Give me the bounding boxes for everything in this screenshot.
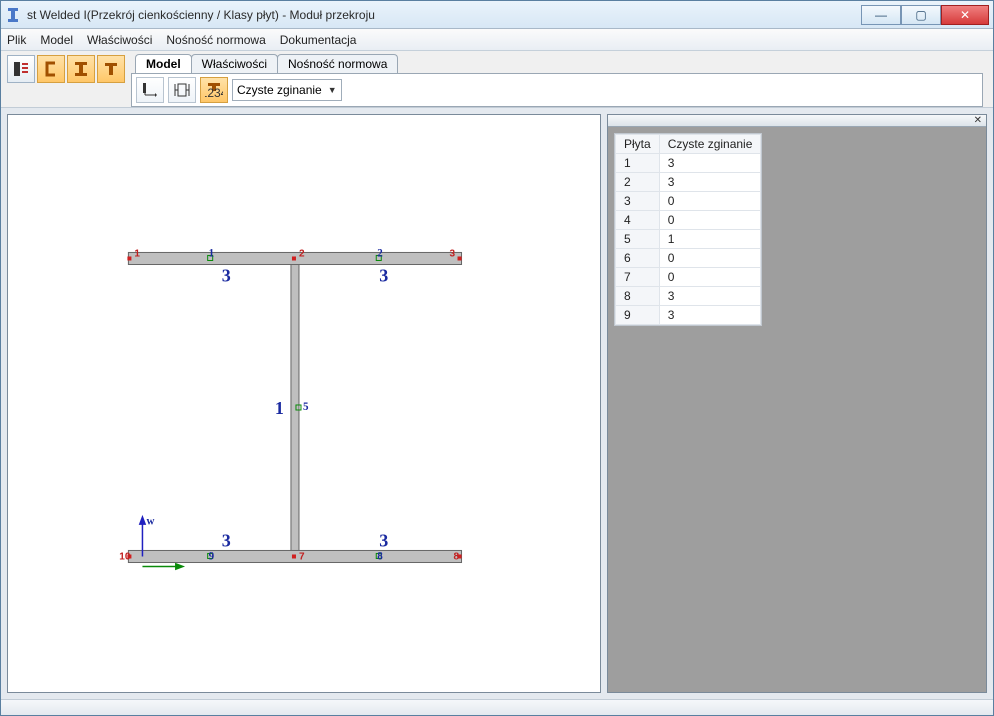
col-czyste-zginanie[interactable]: Czyste zginanie — [659, 135, 761, 154]
svg-text:3: 3 — [449, 248, 455, 259]
window-title: st Welded I(Przekrój cienkościenny / Kla… — [27, 8, 861, 22]
svg-text:3: 3 — [379, 266, 388, 286]
maximize-button[interactable]: ▢ — [901, 5, 941, 25]
table-row[interactable]: 13 — [616, 154, 761, 173]
side-panel-header: ✕ — [608, 115, 986, 127]
dimensions-button[interactable] — [168, 77, 196, 103]
dimensions-icon — [173, 81, 191, 99]
menu-nosnosc[interactable]: Nośność normowa — [166, 33, 265, 47]
svg-text:1: 1 — [275, 398, 284, 418]
titlebar: st Welded I(Przekrój cienkościenny / Kla… — [1, 1, 993, 29]
app-icon — [5, 7, 21, 23]
svg-text:3: 3 — [222, 530, 231, 550]
c-section-icon — [42, 60, 60, 78]
section-list-icon — [12, 60, 30, 78]
app-window: st Welded I(Przekrój cienkościenny / Kla… — [0, 0, 994, 716]
menubar: Plik Model Właściwości Nośność normowa D… — [1, 29, 993, 51]
row-value: 0 — [659, 268, 761, 287]
plate-class-table[interactable]: Płyta Czyste zginanie 132330405160708393 — [614, 133, 762, 326]
section-drawing: 1 1 2 2 3 10 9 7 8 8 5 3 3 1 3 3 — [8, 115, 600, 707]
tab-panel: 1234 Czyste zginanie ▼ — [131, 73, 983, 107]
tabs: Model Właściwości Nośność normowa — [131, 53, 993, 73]
row-value: 0 — [659, 249, 761, 268]
svg-text:1234: 1234 — [205, 86, 223, 99]
row-id: 3 — [616, 192, 660, 211]
row-id: 4 — [616, 211, 660, 230]
local-axes-icon — [141, 81, 159, 99]
svg-text:8: 8 — [454, 552, 460, 563]
chevron-down-icon: ▼ — [328, 85, 337, 95]
row-value: 3 — [659, 154, 761, 173]
col-plyta[interactable]: Płyta — [616, 135, 660, 154]
svg-text:5: 5 — [303, 401, 309, 413]
c-section-button[interactable] — [37, 55, 65, 83]
svg-text:7: 7 — [299, 552, 305, 563]
svg-text:w: w — [146, 515, 154, 527]
row-id: 7 — [616, 268, 660, 287]
svg-text:9: 9 — [209, 551, 215, 563]
combo-value: Czyste zginanie — [237, 83, 322, 97]
i-section-icon — [72, 60, 90, 78]
row-value: 1 — [659, 230, 761, 249]
table-row[interactable]: 83 — [616, 287, 761, 306]
table-row[interactable]: 23 — [616, 173, 761, 192]
table-row[interactable]: 30 — [616, 192, 761, 211]
table-row[interactable]: 93 — [616, 306, 761, 325]
row-id: 2 — [616, 173, 660, 192]
tab-wlasciwosci[interactable]: Właściwości — [191, 54, 278, 73]
numbering-button[interactable]: 1234 — [200, 77, 228, 103]
row-value: 0 — [659, 192, 761, 211]
tab-model[interactable]: Model — [135, 54, 192, 73]
row-id: 8 — [616, 287, 660, 306]
svg-text:3: 3 — [379, 530, 388, 550]
canvas-panel[interactable]: 1 1 2 2 3 10 9 7 8 8 5 3 3 1 3 3 — [7, 114, 601, 693]
row-value: 0 — [659, 211, 761, 230]
t-section-icon — [102, 60, 120, 78]
tabs-area: Model Właściwości Nośność normowa 1234 C… — [131, 51, 993, 107]
workspace: 1 1 2 2 3 10 9 7 8 8 5 3 3 1 3 3 — [1, 107, 993, 699]
menu-plik[interactable]: Plik — [7, 33, 26, 47]
section-list-button[interactable] — [7, 55, 35, 83]
svg-text:2: 2 — [377, 247, 383, 259]
table-row[interactable]: 51 — [616, 230, 761, 249]
svg-text:1: 1 — [209, 247, 215, 259]
row-value: 3 — [659, 173, 761, 192]
svg-text:1: 1 — [134, 248, 140, 259]
svg-text:3: 3 — [222, 266, 231, 286]
i-section-button[interactable] — [67, 55, 95, 83]
side-panel: ✕ Płyta Czyste zginanie 1323304051607083… — [607, 114, 987, 693]
left-toolbar — [1, 51, 131, 87]
tab-nosnosc[interactable]: Nośność normowa — [277, 54, 398, 73]
svg-text:2: 2 — [299, 248, 305, 259]
local-axes-button[interactable] — [136, 77, 164, 103]
table-row[interactable]: 40 — [616, 211, 761, 230]
minimize-button[interactable]: ― — [861, 5, 901, 25]
menu-dokumentacja[interactable]: Dokumentacja — [280, 33, 357, 47]
t-section-button[interactable] — [97, 55, 125, 83]
menu-model[interactable]: Model — [40, 33, 73, 47]
numbering-icon: 1234 — [205, 81, 223, 99]
row-value: 3 — [659, 287, 761, 306]
table-row[interactable]: 60 — [616, 249, 761, 268]
row-id: 1 — [616, 154, 660, 173]
menu-wlasciwosci[interactable]: Właściwości — [87, 33, 152, 47]
svg-text:10: 10 — [119, 552, 131, 563]
table-row[interactable]: 70 — [616, 268, 761, 287]
close-button[interactable]: ✕ — [941, 5, 989, 25]
row-id: 9 — [616, 306, 660, 325]
row-id: 6 — [616, 249, 660, 268]
row-id: 5 — [616, 230, 660, 249]
side-panel-body: Płyta Czyste zginanie 132330405160708393 — [608, 127, 986, 335]
row-value: 3 — [659, 306, 761, 325]
svg-text:8: 8 — [377, 551, 383, 563]
display-mode-combo[interactable]: Czyste zginanie ▼ — [232, 79, 342, 101]
close-panel-icon[interactable]: ✕ — [974, 115, 982, 126]
window-buttons: ― ▢ ✕ — [861, 5, 989, 25]
toolbar-row: Model Właściwości Nośność normowa 1234 C… — [1, 51, 993, 107]
